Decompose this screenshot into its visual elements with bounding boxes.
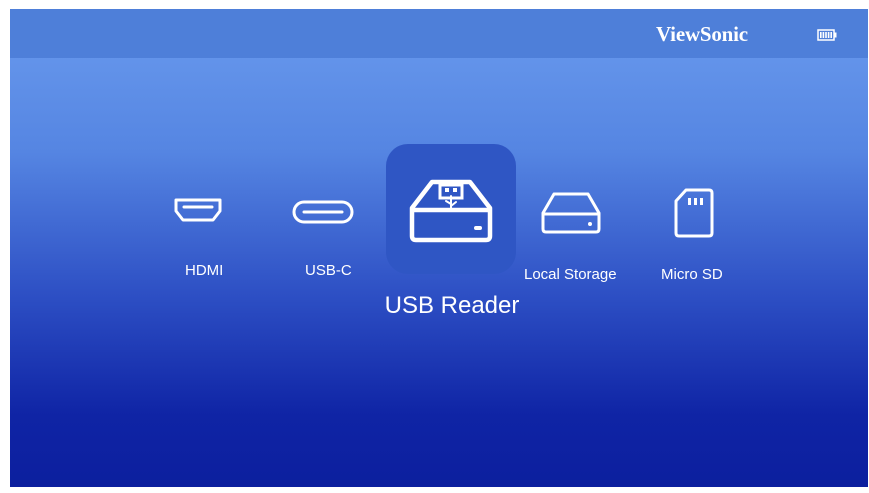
usb-c-icon bbox=[292, 200, 354, 224]
hdmi-icon bbox=[173, 196, 223, 224]
source-label-local-storage: Local Storage bbox=[524, 266, 617, 283]
top-bar: ViewSonic bbox=[10, 9, 868, 58]
brand-logo: ViewSonic bbox=[656, 22, 748, 46]
source-label-usb-c: USB-C bbox=[305, 262, 352, 279]
selected-source-label: USB Reader bbox=[384, 292, 520, 319]
usb-reader-icon bbox=[406, 176, 496, 244]
battery-icon bbox=[817, 29, 837, 41]
local-storage-icon bbox=[540, 191, 602, 235]
source-label-hdmi: HDMI bbox=[185, 262, 224, 279]
projector-screen: ViewSonic HDMI USB-C USB Reader Local St… bbox=[10, 9, 868, 487]
source-label-micro-sd: Micro SD bbox=[661, 266, 723, 283]
selected-tile bbox=[386, 144, 516, 274]
micro-sd-icon bbox=[674, 187, 714, 239]
